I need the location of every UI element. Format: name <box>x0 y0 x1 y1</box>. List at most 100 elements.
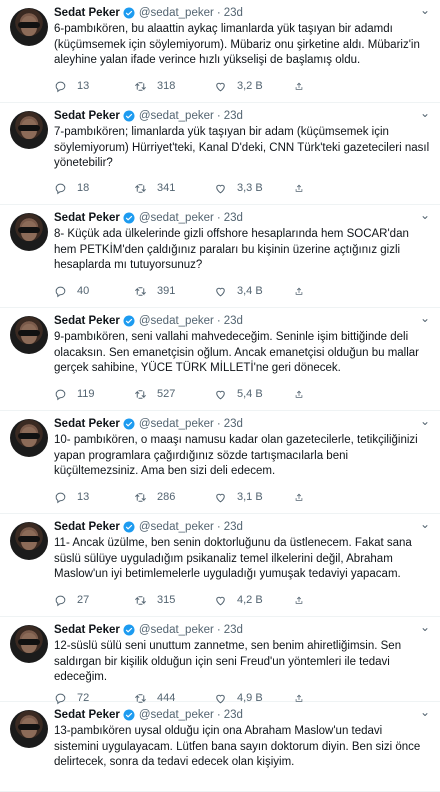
share-button[interactable] <box>294 594 314 607</box>
avatar[interactable] <box>10 522 48 560</box>
tweet-timestamp[interactable]: 23d <box>224 110 243 122</box>
author-name[interactable]: Sedat Peker <box>54 7 120 19</box>
avatar[interactable] <box>10 213 48 251</box>
retweet-button[interactable]: 315 <box>134 594 214 607</box>
chevron-down-icon[interactable]: ⌄ <box>420 517 430 531</box>
reply-icon <box>55 183 66 194</box>
tweet-timestamp[interactable]: 23d <box>224 521 243 533</box>
reply-icon <box>55 595 66 606</box>
avatar[interactable] <box>10 625 48 663</box>
retweet-button[interactable]: 318 <box>134 80 214 93</box>
retweet-button[interactable]: 286 <box>134 491 214 504</box>
tweet-actions: 119 527 5,4 B <box>54 386 374 402</box>
heart-icon <box>216 493 225 502</box>
author-name[interactable]: Sedat Peker <box>54 212 120 224</box>
reply-button[interactable]: 40 <box>54 285 134 298</box>
author-handle[interactable]: @sedat_peker <box>139 418 214 430</box>
share-button[interactable] <box>294 491 314 504</box>
author-name[interactable]: Sedat Peker <box>54 521 120 533</box>
like-button[interactable]: 4,2 B <box>214 594 294 607</box>
chevron-down-icon[interactable]: ⌄ <box>420 208 430 222</box>
retweet-count: 527 <box>157 388 176 400</box>
heart-icon <box>216 287 225 296</box>
reply-icon <box>55 492 66 503</box>
author-name[interactable]: Sedat Peker <box>54 315 120 327</box>
reply-button[interactable]: 13 <box>54 80 134 93</box>
author-handle[interactable]: @sedat_peker <box>139 709 214 721</box>
tweet-header: Sedat Peker @sedat_peker · 23d <box>54 519 243 535</box>
avatar[interactable] <box>10 419 48 457</box>
like-button[interactable]: 5,4 B <box>214 388 294 401</box>
share-button[interactable] <box>294 182 314 195</box>
tweet-timestamp[interactable]: 23d <box>224 212 243 224</box>
author-handle[interactable]: @sedat_peker <box>139 7 214 19</box>
author-name[interactable]: Sedat Peker <box>54 418 120 430</box>
tweet-header: Sedat Peker @sedat_peker · 23d <box>54 416 243 432</box>
author-name[interactable]: Sedat Peker <box>54 110 120 122</box>
like-count: 3,4 B <box>237 285 263 297</box>
author-name[interactable]: Sedat Peker <box>54 624 120 636</box>
tweet-header: Sedat Peker @sedat_peker · 23d <box>54 210 243 226</box>
author-handle[interactable]: @sedat_peker <box>139 521 214 533</box>
share-button[interactable] <box>294 388 314 401</box>
reply-button[interactable]: 13 <box>54 491 134 504</box>
tweet[interactable]: Sedat Peker @sedat_peker · 23d ⌄ 13-pamb… <box>0 702 440 792</box>
tweet[interactable]: Sedat Peker @sedat_peker · 23d ⌄ 11- Anc… <box>0 514 440 617</box>
reply-button[interactable]: 27 <box>54 594 134 607</box>
author-handle[interactable]: @sedat_peker <box>139 110 214 122</box>
like-button[interactable]: 3,4 B <box>214 285 294 298</box>
retweet-button[interactable]: 341 <box>134 182 214 195</box>
tweet-text: 12-süslü sülü seni unuttum zannetme, sen… <box>54 640 402 684</box>
avatar[interactable] <box>10 111 48 149</box>
author-handle[interactable]: @sedat_peker <box>139 315 214 327</box>
like-button[interactable]: 3,1 B <box>214 491 294 504</box>
tweet[interactable]: Sedat Peker @sedat_peker · 23d ⌄ 12-süsl… <box>0 617 440 704</box>
tweet-header: Sedat Peker @sedat_peker · 23d <box>54 707 243 723</box>
tweet-timestamp[interactable]: 23d <box>224 709 243 721</box>
like-button[interactable]: 3,2 B <box>214 80 294 93</box>
tweet-header: Sedat Peker @sedat_peker · 23d <box>54 108 243 124</box>
retweet-button[interactable]: 527 <box>134 388 214 401</box>
tweet-text: 10- pambıkören, o maaşı namusu kadar ola… <box>54 434 418 478</box>
retweet-button[interactable]: 391 <box>134 285 214 298</box>
chevron-down-icon[interactable]: ⌄ <box>420 106 430 120</box>
avatar[interactable] <box>10 710 48 748</box>
reply-count: 40 <box>77 285 90 297</box>
chevron-down-icon[interactable]: ⌄ <box>420 3 430 17</box>
retweet-count: 286 <box>157 491 176 503</box>
reply-count: 27 <box>77 594 90 606</box>
tweet-timestamp[interactable]: 23d <box>224 7 243 19</box>
reply-button[interactable]: 119 <box>54 388 134 401</box>
tweet[interactable]: Sedat Peker @sedat_peker · 23d ⌄ 6-pambı… <box>0 0 440 103</box>
chevron-down-icon[interactable]: ⌄ <box>420 620 430 634</box>
tweet[interactable]: Sedat Peker @sedat_peker · 23d ⌄ 9-pambı… <box>0 308 440 411</box>
verified-badge-icon <box>123 418 135 430</box>
retweet-icon <box>135 286 146 296</box>
chevron-down-icon[interactable]: ⌄ <box>420 705 430 719</box>
chevron-down-icon[interactable]: ⌄ <box>420 311 430 325</box>
share-button[interactable] <box>294 285 314 298</box>
avatar[interactable] <box>10 8 48 46</box>
author-handle[interactable]: @sedat_peker <box>139 212 214 224</box>
reply-count: 13 <box>77 80 90 92</box>
like-button[interactable]: 3,3 B <box>214 182 294 195</box>
tweet[interactable]: Sedat Peker @sedat_peker · 23d ⌄ 10- pam… <box>0 411 440 514</box>
reply-button[interactable]: 18 <box>54 182 134 195</box>
tweet[interactable]: Sedat Peker @sedat_peker · 23d ⌄ 8- Küçü… <box>0 205 440 308</box>
author-name[interactable]: Sedat Peker <box>54 709 120 721</box>
verified-badge-icon <box>123 521 135 533</box>
tweet-timestamp[interactable]: 23d <box>224 418 243 430</box>
chevron-down-icon[interactable]: ⌄ <box>420 414 430 428</box>
tweet-timestamp[interactable]: 23d <box>224 624 243 636</box>
like-count: 3,1 B <box>237 491 263 503</box>
verified-badge-icon <box>123 110 135 122</box>
tweet[interactable]: Sedat Peker @sedat_peker · 23d ⌄ 7-pambı… <box>0 103 440 205</box>
like-count: 3,3 B <box>237 182 263 194</box>
tweet-header: Sedat Peker @sedat_peker · 23d <box>54 313 243 329</box>
tweet-text: 7-pambıkören; limanlarda yük taşıyan bir… <box>54 126 430 170</box>
author-handle[interactable]: @sedat_peker <box>139 624 214 636</box>
share-button[interactable] <box>294 80 314 93</box>
tweet-timestamp[interactable]: 23d <box>224 315 243 327</box>
verified-badge-icon <box>123 709 135 721</box>
avatar[interactable] <box>10 316 48 354</box>
